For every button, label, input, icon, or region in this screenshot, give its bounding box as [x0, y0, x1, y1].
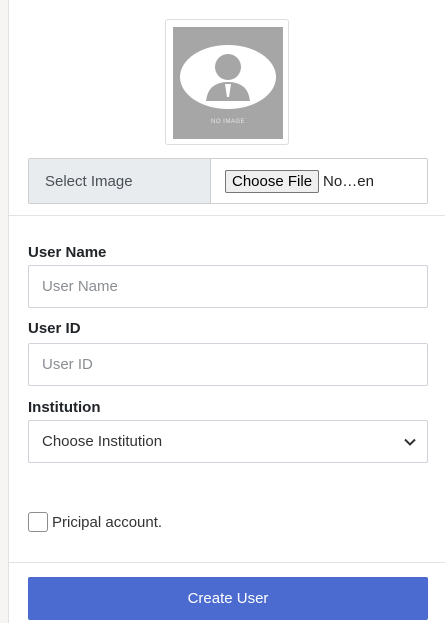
user-name-label: User Name	[28, 244, 107, 261]
chevron-down-icon	[404, 438, 416, 446]
no-image-caption: NO IMAGE	[210, 119, 245, 125]
principal-account-label: Pricipal account.	[52, 513, 163, 531]
user-id-label: User ID	[28, 320, 81, 337]
section-divider	[9, 215, 445, 216]
select-image-label: Select Image	[29, 159, 211, 203]
principal-account-checkbox[interactable]	[28, 512, 48, 532]
create-user-card: NO IMAGE Select Image Choose File No…en …	[8, 0, 445, 623]
file-status-text: No…en	[323, 172, 374, 190]
file-input[interactable]: Choose File No…en	[211, 159, 427, 203]
image-file-picker: Select Image Choose File No…en	[28, 158, 428, 204]
institution-label: Institution	[28, 399, 101, 416]
avatar-frame: NO IMAGE	[165, 19, 289, 145]
no-image-placeholder: NO IMAGE	[173, 27, 283, 139]
choose-file-button[interactable]: Choose File	[225, 169, 320, 193]
create-user-button[interactable]: Create User	[28, 577, 428, 620]
user-id-input[interactable]	[28, 343, 428, 386]
footer-divider	[9, 562, 445, 563]
institution-select[interactable]: Choose Institution	[28, 420, 428, 463]
principal-account-row: Pricipal account.	[28, 512, 162, 532]
user-name-input[interactable]	[28, 265, 428, 308]
institution-selected-value: Choose Institution	[42, 433, 163, 450]
